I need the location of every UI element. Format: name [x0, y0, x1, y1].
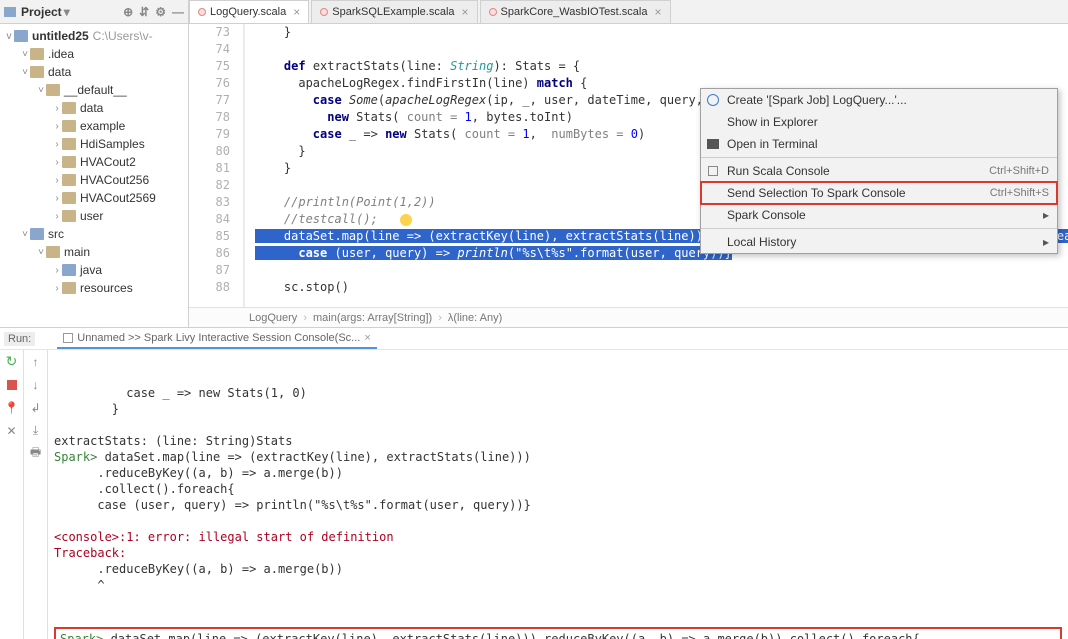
editor-tab[interactable]: LogQuery.scala× — [189, 0, 309, 23]
project-title-btn[interactable]: Project▾ — [4, 5, 123, 19]
menu-item[interactable]: Send Selection To Spark ConsoleCtrl+Shif… — [701, 182, 1057, 204]
editor-tab[interactable]: SparkCore_WasbIOTest.scala× — [480, 0, 671, 23]
scroll-to-end-icon[interactable]: ⤓ — [28, 423, 43, 438]
collapse-icon[interactable]: ⊕ — [123, 5, 133, 19]
stop-button[interactable] — [4, 377, 19, 392]
menu-item[interactable]: Create '[Spark Job] LogQuery...'... — [701, 89, 1057, 111]
tree-item[interactable]: ›HVACout2569 — [0, 189, 188, 207]
down-icon[interactable]: ↓ — [28, 377, 43, 392]
tree-item[interactable]: ˅__default__ — [0, 81, 188, 99]
close-icon[interactable]: × — [364, 332, 370, 344]
menu-item[interactable]: Open in Terminal — [701, 133, 1057, 155]
context-menu: Create '[Spark Job] LogQuery...'...Show … — [700, 88, 1058, 254]
wrap-icon[interactable]: ↲ — [28, 400, 43, 415]
tree-item[interactable]: ›resources — [0, 279, 188, 297]
menu-item[interactable]: Run Scala ConsoleCtrl+Shift+D — [701, 160, 1057, 182]
tree-item[interactable]: ˅main — [0, 243, 188, 261]
editor-area: LogQuery.scala×SparkSQLExample.scala×Spa… — [189, 0, 1068, 327]
menu-item[interactable]: Local History▸ — [701, 231, 1057, 253]
exit-button[interactable]: ✕ — [4, 423, 19, 438]
close-icon[interactable]: × — [293, 5, 300, 19]
tree-item[interactable]: ›user — [0, 207, 188, 225]
tree-item[interactable]: ›HdiSamples — [0, 135, 188, 153]
editor-tabs: LogQuery.scala×SparkSQLExample.scala×Spa… — [189, 0, 1068, 24]
tree-item[interactable]: ›java — [0, 261, 188, 279]
print-icon[interactable]: 🖶 — [28, 446, 43, 461]
scroll-icon[interactable]: ⇵ — [139, 5, 149, 19]
breadcrumb[interactable]: LogQuery› main(args: Array[String])› λ(l… — [189, 307, 1068, 327]
project-tree[interactable]: v untitled25 C:\Users\v- ˅.idea˅data˅__d… — [0, 24, 188, 327]
run-label: Run: — [4, 332, 35, 346]
gear-icon[interactable]: ⚙ — [155, 5, 166, 19]
editor-tab[interactable]: SparkSQLExample.scala× — [311, 0, 477, 23]
tree-item[interactable]: ˅src — [0, 225, 188, 243]
console-tool-gutter: ↻ 📍 ✕ — [0, 350, 24, 639]
pin-button[interactable]: 📍 — [4, 400, 19, 415]
close-icon[interactable]: × — [654, 5, 661, 19]
tree-item[interactable]: ›HVACout256 — [0, 171, 188, 189]
console-highlight-box: Spark> dataSet.map(line => (extractKey(l… — [54, 627, 1062, 639]
tree-item[interactable]: ˅.idea — [0, 45, 188, 63]
run-panel: Run: Unnamed >> Spark Livy Interactive S… — [0, 328, 1068, 639]
project-header: Project▾ ⊕ ⇵ ⚙ — — [0, 0, 188, 24]
up-icon[interactable]: ↑ — [28, 354, 43, 369]
console-output[interactable]: case _ => new Stats(1, 0) } extractStats… — [48, 350, 1068, 639]
hide-icon[interactable]: — — [172, 5, 184, 19]
tree-item[interactable]: ›data — [0, 99, 188, 117]
menu-item[interactable]: Spark Console▸ — [701, 204, 1057, 226]
project-panel: Project▾ ⊕ ⇵ ⚙ — v untitled25 C:\Users\v… — [0, 0, 189, 327]
run-tab[interactable]: Unnamed >> Spark Livy Interactive Sessio… — [57, 328, 377, 349]
tree-item[interactable]: ›HVACout2 — [0, 153, 188, 171]
tree-item[interactable]: ›example — [0, 117, 188, 135]
run-header: Run: Unnamed >> Spark Livy Interactive S… — [0, 328, 1068, 350]
rerun-button[interactable]: ↻ — [4, 354, 19, 369]
tree-item[interactable]: ˅data — [0, 63, 188, 81]
console-nav-gutter: ↑ ↓ ↲ ⤓ 🖶 — [24, 350, 48, 639]
menu-item[interactable]: Show in Explorer — [701, 111, 1057, 133]
close-icon[interactable]: × — [462, 5, 469, 19]
tree-root[interactable]: v untitled25 C:\Users\v- — [0, 27, 188, 45]
